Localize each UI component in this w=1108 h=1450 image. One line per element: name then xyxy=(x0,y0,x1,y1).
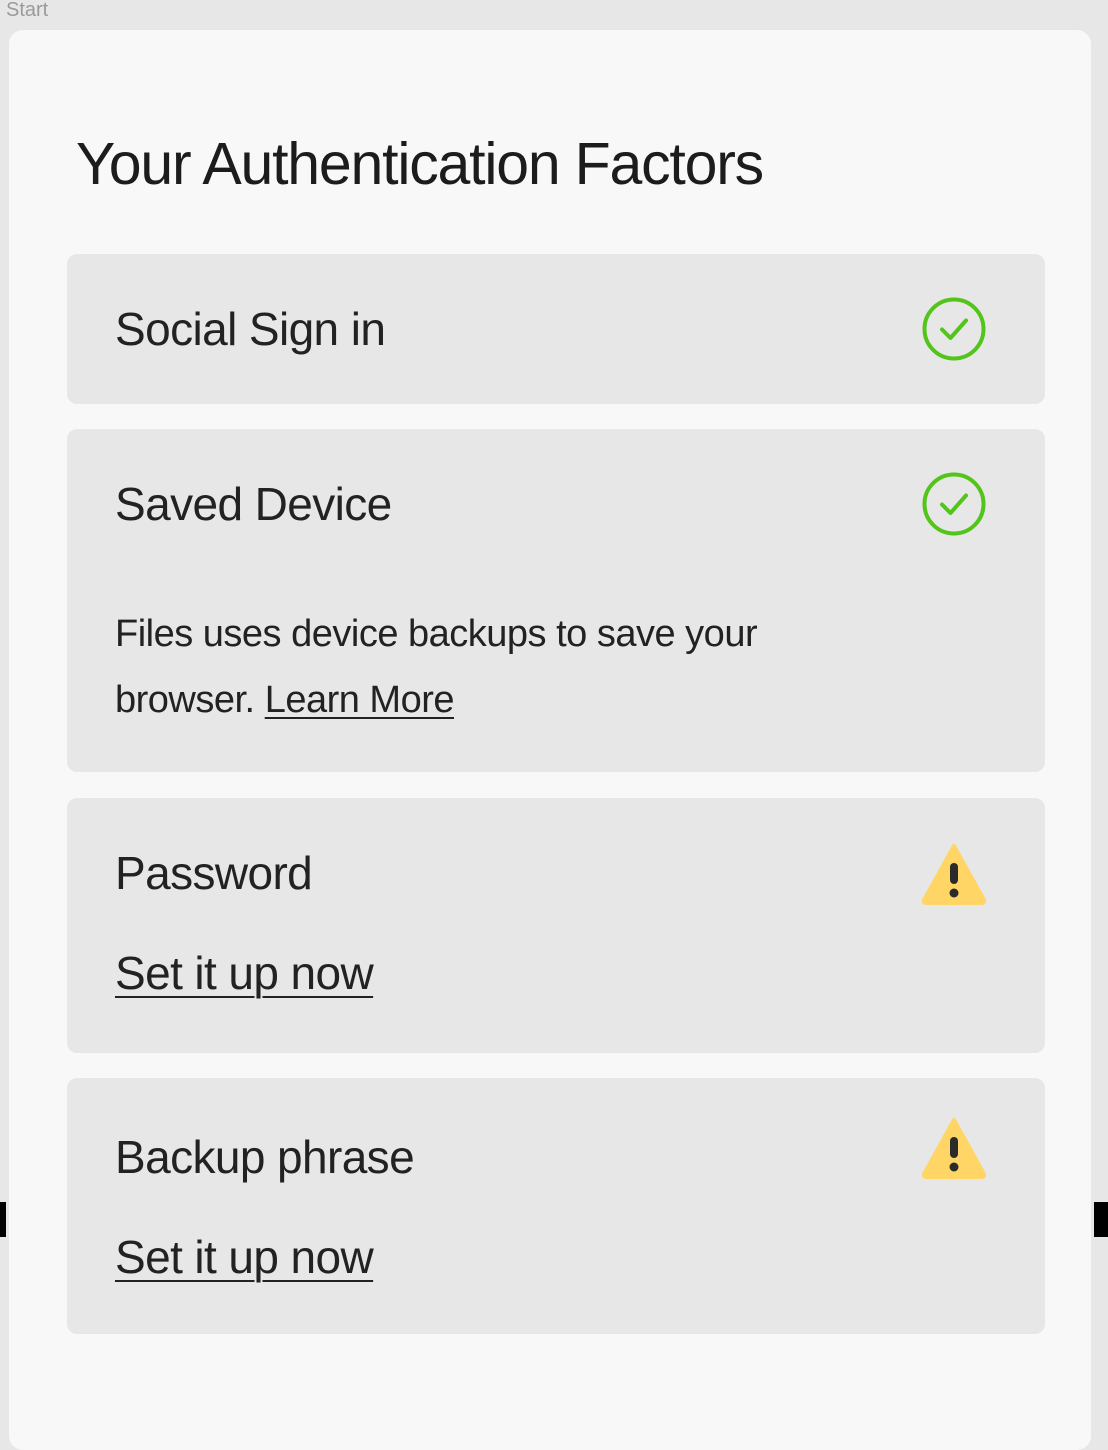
warning-triangle-icon xyxy=(921,844,987,905)
edge-marker-left xyxy=(0,1202,6,1237)
factor-title: Backup phrase xyxy=(115,1131,415,1183)
factor-title: Saved Device xyxy=(115,478,392,530)
set-up-backup-phrase-link[interactable]: Set it up now xyxy=(115,1230,374,1284)
check-circle-icon xyxy=(922,297,986,361)
factor-title: Password xyxy=(115,847,313,899)
page-title: Your Authentication Factors xyxy=(76,131,764,197)
factor-card-saved-device: Saved Device Files uses device backups t… xyxy=(67,429,1045,772)
authentication-factors-panel: Your Authentication Factors Social Sign … xyxy=(9,30,1091,1450)
factor-title: Social Sign in xyxy=(115,303,386,355)
factor-description: Files uses device backups to save your b… xyxy=(115,601,835,733)
set-up-password-link[interactable]: Set it up now xyxy=(115,946,374,1000)
factor-card-social-sign-in: Social Sign in xyxy=(67,254,1045,404)
factor-card-backup-phrase: Backup phrase Set it up now xyxy=(67,1078,1045,1334)
warning-triangle-icon xyxy=(921,1118,987,1179)
check-circle-icon xyxy=(922,472,986,536)
learn-more-link[interactable]: Learn More xyxy=(265,679,455,721)
edge-marker-right xyxy=(1094,1202,1108,1237)
factor-card-password: Password Set it up now xyxy=(67,798,1045,1053)
frame-label: Start xyxy=(6,0,49,21)
